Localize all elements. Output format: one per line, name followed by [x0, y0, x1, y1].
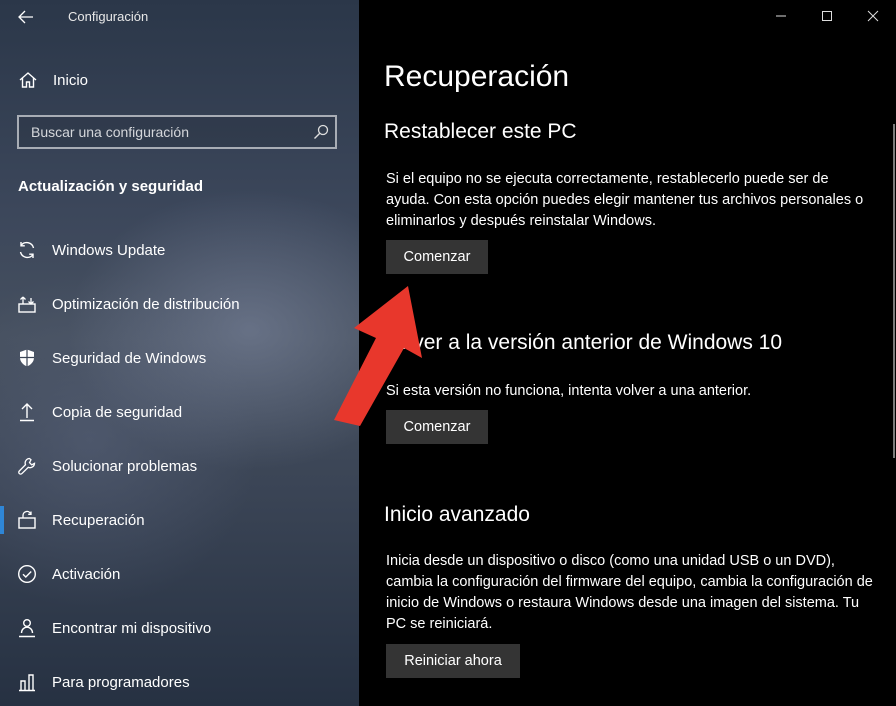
- search-input[interactable]: [19, 117, 321, 147]
- annotation-arrow-icon: [334, 286, 422, 426]
- search-box: [17, 115, 337, 149]
- title-bar: Configuración: [0, 0, 359, 34]
- nav-home-label: Inicio: [53, 72, 89, 89]
- nav-list: Windows Update Optimización de distribuc…: [0, 224, 359, 706]
- reset-start-button[interactable]: Comenzar: [386, 240, 488, 274]
- maximize-icon: [822, 11, 832, 21]
- sidebar-item-label: Seguridad de Windows: [52, 350, 207, 367]
- rollback-heading: Volver a la versión anterior de Windows …: [384, 331, 783, 354]
- sidebar-item-label: Activación: [52, 566, 121, 583]
- advanced-heading: Inicio avanzado: [384, 503, 530, 526]
- sync-icon: [19, 241, 35, 259]
- back-arrow-icon: [18, 10, 33, 24]
- sidebar-item-windows-security[interactable]: Seguridad de Windows: [0, 332, 359, 386]
- restart-now-button[interactable]: Reiniciar ahora: [386, 644, 520, 678]
- sidebar-item-windows-update[interactable]: Windows Update: [0, 224, 359, 278]
- sidebar-item-label: Optimización de distribución: [52, 296, 240, 313]
- developer-icon: [19, 674, 35, 692]
- search-icon[interactable]: [313, 124, 329, 140]
- window-controls: [758, 0, 896, 32]
- sidebar-item-recovery[interactable]: Recuperación: [0, 494, 359, 548]
- check-circle-icon: [17, 564, 37, 584]
- delivery-optimization-icon: [18, 296, 36, 313]
- app-title: Configuración: [68, 9, 149, 24]
- sidebar: Configuración Inicio Actualización y seg…: [0, 0, 359, 706]
- minimize-icon: [776, 15, 786, 17]
- person-pin-icon: [19, 619, 35, 638]
- sidebar-item-label: Encontrar mi dispositivo: [52, 620, 212, 637]
- rollback-description: Si esta versión no funciona, intenta vol…: [386, 383, 752, 399]
- backup-arrow-icon: [20, 403, 34, 422]
- reset-description: Si el equipo no se ejecuta correctamente…: [386, 171, 864, 229]
- advanced-description: Inicia desde un dispositivo o disco (com…: [386, 553, 873, 632]
- section-title: Actualización y seguridad: [18, 178, 204, 195]
- sidebar-item-developers[interactable]: Para programadores: [0, 656, 359, 706]
- minimize-button[interactable]: [758, 0, 804, 32]
- close-icon: [867, 10, 879, 22]
- recovery-icon: [18, 510, 36, 529]
- back-button[interactable]: [12, 6, 40, 28]
- sidebar-item-backup[interactable]: Copia de seguridad: [0, 386, 359, 440]
- sidebar-item-label: Copia de seguridad: [52, 404, 183, 421]
- sidebar-item-label: Recuperación: [52, 512, 145, 529]
- page-title: Recuperación: [384, 60, 570, 93]
- home-icon: [19, 72, 37, 88]
- close-button[interactable]: [850, 0, 896, 32]
- sidebar-item-troubleshoot[interactable]: Solucionar problemas: [0, 440, 359, 494]
- reset-heading: Restablecer este PC: [384, 120, 577, 143]
- sidebar-item-activation[interactable]: Activación: [0, 548, 359, 602]
- sidebar-item-delivery-optimization[interactable]: Optimización de distribución: [0, 278, 359, 332]
- sidebar-item-find-device[interactable]: Encontrar mi dispositivo: [0, 602, 359, 656]
- nav-home[interactable]: Inicio: [0, 64, 359, 98]
- sidebar-item-label: Solucionar problemas: [52, 458, 198, 475]
- shield-icon: [20, 349, 34, 367]
- maximize-button[interactable]: [804, 0, 850, 32]
- sidebar-item-label: Windows Update: [52, 242, 166, 259]
- wrench-icon: [18, 457, 36, 475]
- sidebar-item-label: Para programadores: [52, 674, 190, 691]
- scrollbar[interactable]: [893, 124, 895, 458]
